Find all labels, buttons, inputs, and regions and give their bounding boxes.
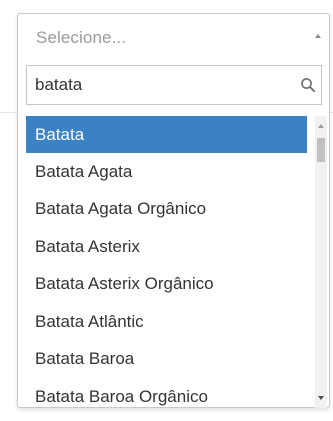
scroll-up-icon[interactable] xyxy=(318,124,324,128)
result-item[interactable]: Batata xyxy=(26,116,307,153)
scroll-thumb[interactable] xyxy=(317,138,325,162)
result-item[interactable]: Batata Agata Orgânico xyxy=(26,190,307,227)
scrollbar[interactable] xyxy=(315,116,327,408)
result-item[interactable]: Batata Asterix xyxy=(26,228,307,265)
caret-up-icon[interactable] xyxy=(315,34,321,38)
select-placeholder: Selecione... xyxy=(36,28,127,47)
result-item[interactable]: Batata Baroa Orgânico xyxy=(26,378,307,408)
select-header[interactable]: Selecione... xyxy=(18,14,329,60)
search-icon xyxy=(301,78,316,93)
search-input[interactable] xyxy=(27,66,287,104)
results-list[interactable]: Batata Batata Agata Batata Agata Orgânic… xyxy=(26,116,327,408)
result-item[interactable]: Batata Asterix Orgânico xyxy=(26,265,307,302)
result-item[interactable]: Batata Baroa xyxy=(26,340,307,377)
page-divider xyxy=(0,112,17,113)
search-box[interactable] xyxy=(26,65,322,105)
result-item[interactable]: Batata Agata xyxy=(26,153,307,190)
result-item[interactable]: Batata Atlântic xyxy=(26,303,307,340)
select-dropdown[interactable]: Selecione... Batata Batata Agata Batata … xyxy=(17,13,330,408)
scroll-down-icon[interactable] xyxy=(318,396,324,400)
